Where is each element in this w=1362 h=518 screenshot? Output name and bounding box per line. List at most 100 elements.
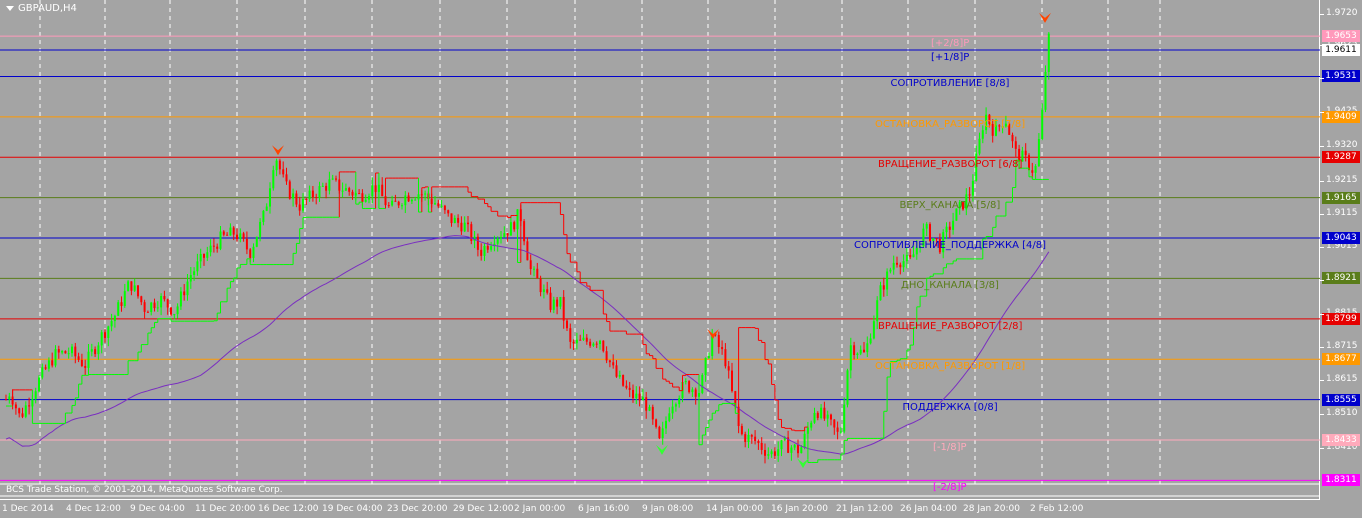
candle-body [1044, 71, 1047, 110]
price-axis[interactable]: 1.84101.85101.86151.87151.88151.89151.90… [1320, 0, 1362, 500]
candle-body [397, 201, 400, 206]
candle-body [216, 246, 219, 249]
candle-body [292, 193, 295, 199]
candle-body [655, 419, 658, 427]
price-tick-mark [1320, 78, 1324, 80]
time-tick-label: 19 Dec 04:00 [322, 504, 383, 514]
candle-body [523, 221, 526, 242]
candle-body [668, 413, 671, 421]
level-label: ДНО_КАНАЛА [3/8] [901, 280, 999, 292]
candle-body [368, 196, 370, 200]
candle-body [321, 185, 324, 187]
candle-body [453, 217, 456, 224]
candle-body [764, 449, 766, 456]
candle-body [18, 408, 21, 414]
time-tick-label: 29 Dec 12:00 [453, 504, 514, 514]
level-label: ПОДДЕРЖКА [0/8] [902, 401, 998, 413]
candle-body [401, 205, 403, 207]
level-price-badge: 1.8555 [1322, 393, 1360, 406]
candle-body [311, 190, 314, 197]
candle-body [853, 345, 856, 356]
candle-body [608, 360, 611, 363]
level-label: ВЕРХ_КАНАЛА [5/8] [899, 199, 1001, 211]
candle-body [282, 169, 285, 175]
candle-body [641, 397, 644, 401]
time-tick-label: 16 Dec 12:00 [258, 504, 319, 514]
level-label: [-2/8]P [933, 482, 967, 494]
candle-body [199, 253, 202, 262]
candle-body [717, 335, 720, 348]
candle-body [529, 260, 532, 270]
time-tick-label: 16 Jan 20:00 [771, 504, 828, 514]
level-label: [-1/8]P [933, 441, 967, 453]
candle-body [341, 190, 344, 192]
price-tick-label: 1.9320 [1326, 140, 1358, 151]
candle-body [971, 180, 974, 196]
candle-body [747, 434, 750, 442]
candle-body [110, 321, 113, 327]
candle-body [34, 391, 37, 399]
candle-body [671, 406, 674, 414]
candle-body [447, 210, 450, 214]
candle-body [552, 299, 555, 310]
price-tick-label: 1.8715 [1326, 340, 1358, 351]
candle-body [978, 138, 981, 154]
time-axis[interactable]: 1 Dec 2014 4 Dec 12:00 9 Dec 04:00 11 Dec 2… [0, 500, 1320, 518]
candle-body [767, 454, 770, 456]
candle-body [727, 366, 730, 371]
level-price-badge: 1.8921 [1322, 272, 1360, 285]
candle-body [249, 249, 252, 258]
candle-body [127, 281, 130, 292]
candle-body [120, 302, 123, 306]
candle-body [701, 374, 704, 394]
candle-body [546, 289, 549, 293]
candlestick-chart[interactable] [0, 0, 1320, 500]
candle-body [242, 233, 245, 239]
candle-body [632, 389, 634, 399]
candle-body [1024, 150, 1027, 156]
candle-body [599, 340, 601, 345]
candle-body [173, 314, 176, 316]
candle-body [800, 447, 803, 454]
candle-body [777, 449, 780, 456]
candle-body [859, 349, 862, 354]
candle-body [645, 397, 648, 411]
candle-body [602, 340, 605, 352]
fractal-arrow-icon [797, 458, 809, 469]
price-tick-label: 1.9720 [1326, 7, 1358, 18]
candle-body [328, 179, 331, 191]
time-tick-label: 1 Dec 2014 [2, 504, 54, 514]
candle-body [1047, 33, 1050, 72]
candle-body [866, 343, 869, 353]
candle-body [691, 389, 694, 393]
candle-body [757, 440, 760, 443]
candle-body [585, 337, 588, 342]
candle-body [638, 393, 641, 401]
candle-body [54, 349, 57, 366]
candle-body [80, 359, 83, 367]
candle-body [232, 227, 235, 235]
copyright-text: BCS Trade Station, © 2001-2014, MetaQuot… [6, 485, 283, 495]
candle-body [163, 296, 166, 300]
candle-body [559, 296, 562, 307]
candle-body [344, 188, 347, 191]
candle-body [351, 191, 354, 196]
chart-area[interactable]: GBPAUD,H4 BCS Trade Station, © 2001-2014… [0, 0, 1320, 500]
candle-body [219, 231, 222, 249]
candle-body [582, 337, 585, 340]
candle-body [902, 261, 905, 268]
dropdown-arrow-icon[interactable] [6, 5, 14, 11]
candle-body [780, 440, 783, 450]
candle-body [133, 285, 136, 291]
fractal-arrow-icon [1039, 12, 1051, 23]
candle-body [536, 268, 539, 279]
time-tick-label: 4 Dec 12:00 [66, 504, 121, 514]
time-tick-label: 21 Jan 12:00 [836, 504, 893, 514]
level-label: ВРАЩЕНИЕ_РАЗВОРОТ [2/8] [878, 320, 1023, 332]
price-tick-mark [1320, 280, 1324, 282]
candle-body [130, 281, 133, 291]
candle-body [143, 302, 146, 312]
level-price-badge: 1.9043 [1322, 232, 1360, 245]
candle-body [833, 419, 836, 428]
candle-body [424, 193, 427, 195]
